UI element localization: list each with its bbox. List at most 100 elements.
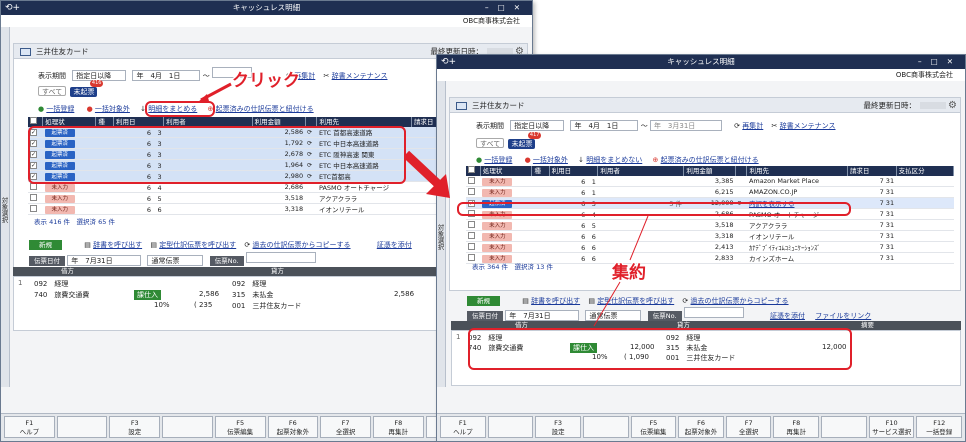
- tools-icon[interactable]: ✂: [772, 122, 778, 130]
- table-row[interactable]: 未入力 6 1 6,215 AMAZON.CO.JP 7 31: [466, 186, 954, 198]
- window-controls[interactable]: –□✕: [918, 55, 962, 69]
- copy-past-link[interactable]: 過去の仕訳伝票からコピーする: [691, 297, 789, 305]
- row-checkbox[interactable]: [466, 241, 481, 253]
- function-key-f3[interactable]: F3 設定: [109, 416, 161, 438]
- debit-account[interactable]: 740 旅費交通費: [34, 290, 89, 300]
- row-refresh-icon[interactable]: [735, 176, 747, 187]
- attach-link[interactable]: 証憑を添付: [770, 312, 805, 320]
- table-row[interactable]: 未入力6 53,518アクアクララ7 31: [466, 219, 954, 231]
- gear-icon[interactable]: ⚙: [948, 98, 957, 113]
- function-key-blank[interactable]: [582, 416, 629, 438]
- attach-link[interactable]: 証憑を添付: [377, 241, 412, 249]
- side-tab-target-select[interactable]: 対象選択: [437, 81, 446, 387]
- voucher-type-select[interactable]: 通常伝票: [147, 255, 204, 266]
- link-voucher-link[interactable]: 起票済みの仕訳伝票と紐付ける: [216, 105, 314, 113]
- table-row[interactable]: 未入力6 63,318イオンリテール7 31: [466, 230, 954, 242]
- function-key-f7[interactable]: F7 全選択: [320, 416, 371, 438]
- bulk-register-link[interactable]: 一括登録: [484, 156, 512, 164]
- refresh-icon[interactable]: ⟳: [734, 122, 740, 130]
- col-check[interactable]: [466, 166, 481, 176]
- row-checkbox[interactable]: [28, 192, 43, 204]
- period-select[interactable]: 指定日以降: [510, 120, 565, 131]
- function-key-blank[interactable]: [162, 416, 213, 438]
- call-dict-link[interactable]: 辞書を呼び出す: [93, 241, 142, 249]
- row-status: 未入力: [480, 219, 532, 231]
- call-fixed-link[interactable]: 定型仕訳伝票を呼び出す: [159, 241, 236, 249]
- function-key-blank[interactable]: [487, 416, 534, 438]
- voucher-no-input[interactable]: [683, 307, 744, 318]
- function-key-f5[interactable]: F5 伝票編集: [630, 416, 677, 438]
- row-refresh-icon[interactable]: [735, 186, 747, 198]
- new-voucher-button[interactable]: 新規: [467, 296, 500, 306]
- col-date[interactable]: 利用日: [549, 166, 599, 176]
- call-dict-link[interactable]: 辞書を呼び出す: [531, 297, 580, 305]
- row-checkbox[interactable]: [466, 230, 481, 242]
- filter-unissued-chip[interactable]: 未起票 417: [508, 132, 542, 149]
- function-key-f6[interactable]: F6 起票対象外: [678, 416, 724, 438]
- col-amount[interactable]: 利用金額: [683, 166, 737, 176]
- credit-dept[interactable]: 092 経理: [232, 279, 266, 289]
- function-key-blank[interactable]: [56, 416, 108, 438]
- link-voucher-link[interactable]: 起票済みの仕訳伝票と紐付ける: [661, 156, 759, 164]
- debit-dept[interactable]: 092 経理: [34, 279, 68, 289]
- row-refresh-icon[interactable]: [305, 203, 317, 215]
- row-checkbox[interactable]: [466, 219, 481, 231]
- col-user[interactable]: 利用者: [597, 166, 685, 176]
- function-key-f8[interactable]: F8 再集計: [372, 416, 424, 438]
- file-link[interactable]: ファイルをリンク: [815, 312, 871, 320]
- function-key-f5[interactable]: F5 伝票編集: [214, 416, 266, 438]
- debit-amount[interactable]: 2,586: [199, 290, 219, 298]
- function-key-f6[interactable]: F6 起票対象外: [267, 416, 319, 438]
- voucher-date-input[interactable]: 年 7月31日: [505, 310, 580, 321]
- function-key-f1[interactable]: F1 ヘルプ: [440, 416, 486, 438]
- function-key-f12[interactable]: F12 一括登録: [916, 416, 963, 438]
- period-label: 表示期間: [38, 72, 66, 80]
- filter-unissued-chip[interactable]: 未起票 416: [70, 80, 104, 97]
- bulk-register-link[interactable]: 一括登録: [46, 105, 74, 113]
- side-tab-target-select[interactable]: 対象選択: [1, 27, 10, 387]
- row-refresh-icon[interactable]: [735, 252, 747, 264]
- function-key-f7[interactable]: F7 全選択: [725, 416, 772, 438]
- unmerge-details-link[interactable]: 明細をまとめない: [586, 156, 642, 164]
- voucher-no-input[interactable]: [245, 252, 316, 263]
- row-refresh-icon[interactable]: [735, 230, 747, 242]
- credit-amount[interactable]: 2,586: [394, 290, 414, 298]
- credit-sub[interactable]: 001 三井住友カード: [232, 301, 301, 311]
- voucher-date-input[interactable]: 年 7月31日: [67, 255, 142, 266]
- bulk-exclude-link[interactable]: 一括対象外: [533, 156, 568, 164]
- function-key-f1[interactable]: F1 ヘルプ: [4, 416, 55, 438]
- row-refresh-icon[interactable]: [305, 192, 317, 204]
- voucher-date-label: 伝票日付: [29, 256, 65, 266]
- row-checkbox[interactable]: [28, 203, 43, 215]
- date-to-input[interactable]: 年 3月31日: [649, 120, 722, 131]
- new-voucher-button[interactable]: 新規: [29, 240, 62, 250]
- function-key-f3[interactable]: F3 設定: [535, 416, 581, 438]
- dict-maint-link[interactable]: 辞書メンテナンス: [332, 72, 388, 80]
- col-bill[interactable]: 請求日: [847, 166, 897, 176]
- table-row[interactable]: 未入力 6 6 2,413 ｶﾅﾃﾞﾌﾞｲﾃｨｺﾑｺﾐｭﾆｹｰｼｮﾝｽﾞ 7 31: [466, 241, 954, 253]
- date-from-input[interactable]: 年 4月 1日: [570, 120, 639, 131]
- function-key-blank[interactable]: [821, 416, 867, 438]
- col-pay[interactable]: 支払区分: [896, 166, 955, 176]
- date-from-input[interactable]: 年 4月 1日: [132, 70, 201, 81]
- row-refresh-icon[interactable]: [735, 241, 747, 253]
- dict-maint-link[interactable]: 辞書メンテナンス: [780, 122, 836, 130]
- back-footer-count: 表示 416 件 選択済 65 件: [34, 218, 115, 226]
- col-status[interactable]: 処理状: [480, 166, 533, 176]
- row-refresh-icon[interactable]: [735, 219, 747, 231]
- function-key-f10[interactable]: F10サービス選択: [868, 416, 915, 438]
- bulk-exclude-link[interactable]: 一括対象外: [95, 105, 130, 113]
- copy-past-link[interactable]: 過去の仕訳伝票からコピーする: [253, 241, 351, 249]
- col-type[interactable]: 種: [531, 166, 550, 176]
- filter-all-chip[interactable]: すべて: [38, 86, 67, 96]
- row-checkbox[interactable]: [466, 176, 481, 187]
- tools-icon[interactable]: ✂: [324, 72, 330, 80]
- row-checkbox[interactable]: [466, 186, 481, 198]
- window-controls[interactable]: –□✕: [485, 1, 529, 15]
- filter-all-chip[interactable]: すべて: [476, 138, 505, 148]
- table-row[interactable]: 未入力 6 1 3,385 Amazon Market Place 7 31: [466, 176, 954, 187]
- function-key-f8[interactable]: F8 再集計: [773, 416, 820, 438]
- col-shop[interactable]: 利用先: [746, 166, 848, 176]
- credit-account[interactable]: 315 未払金: [232, 290, 273, 300]
- recalc-link[interactable]: 再集計: [742, 122, 763, 130]
